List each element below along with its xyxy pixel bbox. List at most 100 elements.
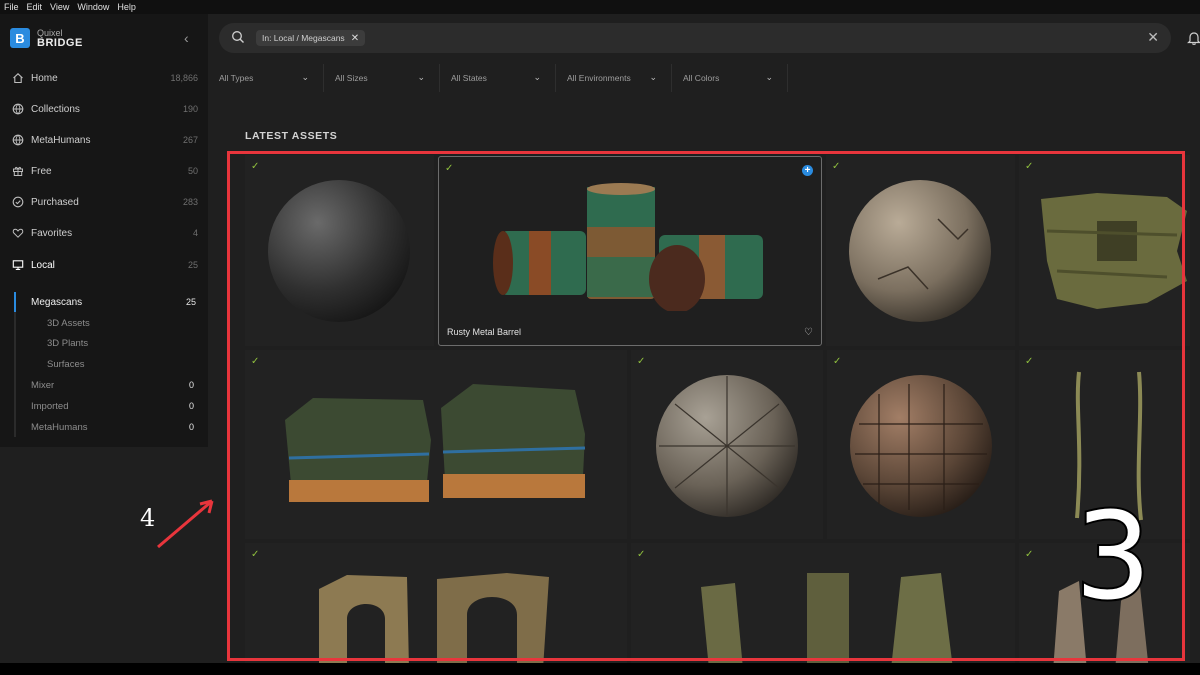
chevron-down-icon: ⌄ — [533, 72, 541, 82]
downloaded-check-icon: ✓ — [637, 549, 646, 560]
bridge-logo-icon: B — [10, 28, 30, 48]
menu-window[interactable]: Window — [77, 2, 109, 12]
subnav-item-surfaces[interactable]: Surfaces — [47, 355, 85, 373]
downloaded-check-icon: ✓ — [251, 549, 260, 560]
filter-states[interactable]: All States ⌄ — [440, 64, 556, 92]
filter-sizes[interactable]: All Sizes ⌄ — [324, 64, 440, 92]
asset-name: Rusty Metal Barrel — [447, 327, 522, 337]
subnav-item-3d-plants[interactable]: 3D Plants — [47, 334, 88, 352]
collapse-sidebar-icon[interactable]: ‹ — [184, 30, 189, 46]
downloaded-check-icon: ✓ — [251, 161, 260, 172]
clear-search-icon[interactable]: ✕ — [1147, 29, 1159, 46]
asset-tile[interactable]: ✓ — [826, 155, 1015, 346]
downloaded-check-icon: ✓ — [1025, 549, 1034, 560]
subnav-label: 3D Assets — [47, 317, 90, 329]
filter-label: All Types — [219, 73, 254, 83]
asset-tile[interactable]: ✓ — [827, 350, 1015, 539]
cobble-sphere-thumbnail — [656, 375, 798, 517]
subnav-active-indicator — [14, 292, 16, 312]
subnav-track — [14, 292, 16, 437]
subnav-count: 25 — [186, 297, 197, 307]
sidebar-item-count: 4 — [192, 228, 198, 238]
sidebar: B Quixel BRIDGE ‹ Home 18,866 Collection… — [0, 14, 208, 447]
sidebar-item-label: Favorites — [31, 227, 73, 239]
chevron-down-icon: ⌄ — [301, 72, 309, 82]
filter-label: All States — [451, 73, 487, 83]
sidebar-item-count: 18,866 — [170, 73, 198, 83]
filter-label: All Environments — [567, 73, 631, 83]
sidebar-item-count: 50 — [187, 166, 198, 176]
sidebar-item-home[interactable]: Home 18,866 — [0, 63, 208, 93]
search-filter-chip[interactable]: In: Local / Megascans ✕ — [256, 30, 366, 46]
filter-label: All Colors — [683, 73, 720, 83]
home-icon — [11, 72, 24, 85]
rock-sphere-thumbnail — [850, 375, 992, 517]
sidebar-item-count: 283 — [182, 197, 198, 207]
menu-file[interactable]: File — [4, 2, 19, 12]
subnav-count: 0 — [189, 380, 195, 390]
sidebar-item-count: 267 — [182, 135, 198, 145]
subnav-label: Imported — [31, 400, 69, 412]
subnav-item-megascans[interactable]: Megascans 25 — [31, 293, 208, 311]
subnav-label: Megascans — [31, 296, 83, 308]
favorite-heart-icon[interactable]: ♡ — [804, 327, 813, 338]
subnav-label: 3D Plants — [47, 337, 89, 349]
annotation-big-number: 3 — [1075, 498, 1151, 608]
subnav-item-3d-assets[interactable]: 3D Assets — [47, 314, 90, 332]
menu-view[interactable]: View — [50, 2, 69, 12]
sidebar-item-favorites[interactable]: Favorites 4 — [0, 218, 208, 248]
sidebar-item-free[interactable]: Free 50 — [0, 156, 208, 186]
sidebar-item-count: 25 — [187, 260, 198, 270]
filter-colors[interactable]: All Colors ⌄ — [672, 64, 788, 92]
asset-tile[interactable]: ✓ — [245, 155, 434, 346]
search-bar[interactable]: In: Local / Megascans ✕ ✕ — [219, 23, 1171, 53]
chevron-down-icon: ⌄ — [765, 72, 773, 82]
add-asset-icon[interactable]: + — [802, 165, 813, 176]
gift-icon — [11, 165, 24, 178]
subnav-item-metahumans[interactable]: MetaHumans 0 — [31, 418, 208, 436]
subnav-count: 0 — [189, 401, 195, 411]
filter-environments[interactable]: All Environments ⌄ — [556, 64, 672, 92]
filter-types[interactable]: All Types ⌄ — [208, 64, 324, 92]
dark-sphere-thumbnail — [268, 180, 410, 322]
sidebar-item-label: MetaHumans — [31, 134, 91, 146]
sidebar-item-collections[interactable]: Collections 190 — [0, 94, 208, 124]
downloaded-check-icon: ✓ — [637, 356, 646, 367]
chevron-down-icon: ⌄ — [417, 72, 425, 82]
check-circle-icon — [11, 196, 24, 209]
filter-bar: All Types ⌄ All Sizes ⌄ All States ⌄ All… — [208, 64, 788, 92]
app-logo: B Quixel BRIDGE — [10, 28, 83, 49]
downloaded-check-icon: ✓ — [833, 356, 842, 367]
asset-tile[interactable]: ✓ — [631, 350, 823, 539]
asset-tile[interactable]: ✓ — [245, 543, 627, 665]
mossy-wall-thumbnail — [1041, 193, 1187, 309]
asset-tile[interactable]: ✓ — [631, 543, 1015, 665]
asset-tile[interactable]: ✓ — [245, 350, 627, 539]
sidebar-item-label: Local — [31, 259, 55, 271]
subnav-item-imported[interactable]: Imported 0 — [31, 397, 208, 415]
subnav-count: 0 — [189, 422, 195, 432]
remove-chip-icon[interactable]: ✕ — [351, 33, 359, 44]
sidebar-item-metahumans[interactable]: MetaHumans 267 — [0, 125, 208, 155]
subnav-label: Surfaces — [47, 358, 85, 370]
sidebar-item-label: Purchased — [31, 196, 79, 208]
menu-edit[interactable]: Edit — [27, 2, 43, 12]
menu-help[interactable]: Help — [117, 2, 136, 12]
asset-tile[interactable]: ✓ — [1019, 155, 1190, 346]
downloaded-check-icon: ✓ — [832, 161, 841, 172]
subnav-label: MetaHumans — [31, 421, 88, 433]
sidebar-item-local[interactable]: Local 25 — [0, 250, 208, 280]
downloaded-check-icon: ✓ — [1025, 161, 1034, 172]
menu-bar: File Edit View Window Help — [0, 0, 1200, 14]
sidebar-item-purchased[interactable]: Purchased 283 — [0, 187, 208, 217]
bell-icon[interactable] — [1187, 30, 1200, 46]
filter-label: All Sizes — [335, 73, 368, 83]
subnav-item-mixer[interactable]: Mixer 0 — [31, 376, 208, 394]
search-icon — [232, 31, 244, 43]
asset-grid: ✓ ✓ + Rusty Metal Barrel ♡ ✓ ✓ ✓ ✓ ✓ ✓ ✓… — [245, 155, 1190, 665]
globe-icon — [11, 103, 24, 116]
ruined-walls-thumbnail — [701, 573, 953, 665]
monitor-icon — [11, 259, 24, 272]
asset-tile-hovered[interactable]: ✓ + Rusty Metal Barrel ♡ — [438, 156, 822, 346]
sidebar-item-label: Home — [31, 72, 58, 84]
